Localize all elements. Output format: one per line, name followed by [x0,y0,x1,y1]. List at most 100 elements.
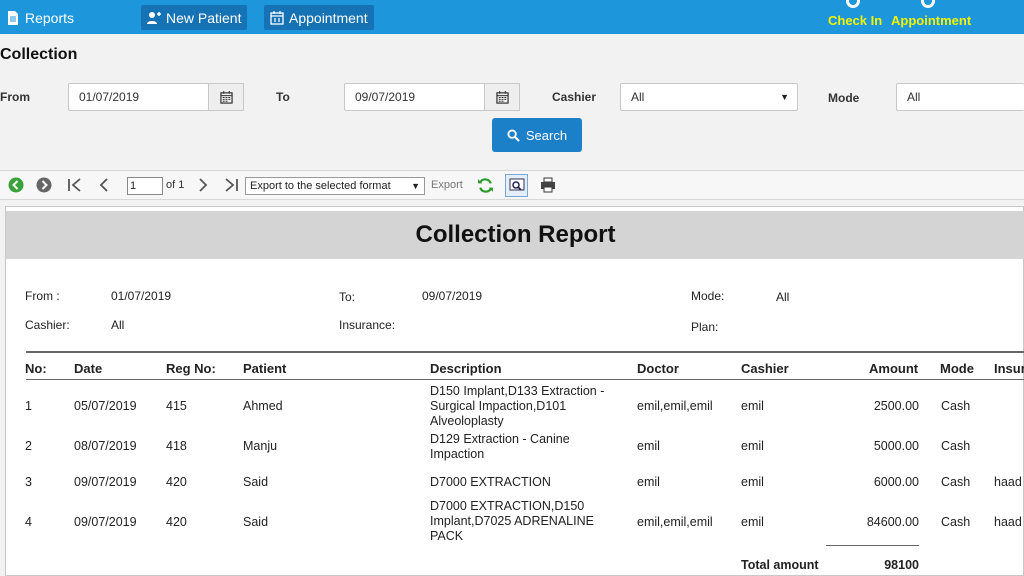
table-cell-date: 09/07/2019 [74,475,137,489]
cashier-select[interactable]: All ▼ [620,83,798,111]
table-cell-description: D7000 EXTRACTION,D150 Implant,D7025 ADRE… [430,499,594,543]
to-date-input[interactable]: 09/07/2019 [344,83,485,111]
check-in-icon [846,0,860,8]
report-from-label: From : [25,289,60,303]
add-user-icon [147,11,161,24]
to-calendar-button[interactable] [484,83,520,111]
report-mode-value: All [776,290,790,304]
report-title: Collection Report [6,211,1024,259]
table-cell-date: 05/07/2019 [74,399,137,413]
table-cell-cashier: emil [741,515,764,529]
report-canvas: Collection Report From : 01/07/2019 To: … [5,206,1024,576]
print-icon[interactable] [540,177,556,193]
table-cell-amount: 84600.00 [866,515,919,529]
appointment-link[interactable]: Appointment [891,13,971,28]
export-format-select[interactable]: Export to the selected format ▼ [245,177,425,195]
table-cell-no: 2 [25,439,32,453]
calendar-icon [219,90,233,104]
table-cell-description: D129 Extraction - Canine Impaction [430,432,570,461]
export-link[interactable]: Export [431,179,463,191]
export-format-value: Export to the selected format [250,180,391,192]
report-from-value: 01/07/2019 [111,289,172,303]
top-navbar: Reports New Patient Appointment Check In… [0,0,1024,34]
table-cell-mode: Cash [941,475,971,489]
search-button[interactable]: Search [492,118,582,152]
table-cell-mode: Cash [941,399,971,413]
chevron-down-icon: ▼ [411,181,420,191]
table-cell-patient: Said [243,515,269,529]
header-rule-bottom [26,379,1024,380]
report-cashier-label: Cashier: [25,318,70,332]
reports-label: Reports [25,9,75,26]
report-insurance-label: Insurance: [339,318,396,332]
total-amount-label: Total amount [741,558,819,572]
report-toolbar: 1 of 1 Export to the selected format ▼ E… [0,170,1024,200]
page-count-label: of 1 [166,179,185,191]
appointment-button[interactable]: Appointment [264,5,374,30]
table-cell-doctor: emil,emil,emil [637,515,713,529]
from-date-input[interactable]: 01/07/2019 [68,83,209,111]
total-rule [826,545,919,546]
table-cell-no: 4 [25,515,32,529]
table-cell-date: 09/07/2019 [74,515,137,529]
mode-select[interactable]: All [896,83,1024,111]
column-header-amount: Amount [869,361,919,376]
next-page-icon[interactable] [195,177,211,193]
column-header-mode: Mode [940,361,974,376]
cashier-label: Cashier [552,90,597,104]
from-calendar-button[interactable] [208,83,244,111]
from-label: From [0,90,30,104]
table-cell-patient: Ahmed [243,399,283,413]
table-cell-description: D7000 EXTRACTION [430,475,551,489]
table-cell-insurance: haad [994,475,1022,489]
column-header-doctor: Doctor [637,361,679,376]
to-label: To [276,90,290,104]
column-header-insurance: Insur [994,361,1024,376]
refresh-icon[interactable] [477,177,494,194]
table-cell-cashier: emil [741,475,764,489]
mode-label: Mode [828,91,860,105]
table-cell-doctor: emil,emil,emil [637,399,713,413]
table-cell-amount: 2500.00 [873,399,919,413]
forward-icon[interactable] [36,177,52,193]
first-page-icon[interactable] [67,177,83,193]
column-header-reg-no: Reg No: [166,361,216,376]
check-in-link[interactable]: Check In [828,13,882,28]
table-cell-amount: 6000.00 [873,475,919,489]
table-cell-doctor: emil [637,439,660,453]
last-page-icon[interactable] [223,177,239,193]
table-cell-patient: Manju [243,439,278,453]
report-to-value: 09/07/2019 [422,289,483,303]
table-cell-cashier: emil [741,399,764,413]
table-cell-no: 3 [25,475,32,489]
find-button[interactable] [505,174,528,197]
reports-nav-button[interactable]: Reports [0,5,80,30]
column-header-no: No: [25,361,47,376]
report-plan-label: Plan: [691,320,719,334]
header-rule-top [26,351,1024,353]
calendar-icon [495,90,509,104]
back-icon[interactable] [8,177,24,193]
total-amount-value: 98100 [884,558,919,572]
search-icon [507,128,520,142]
column-header-date: Date [74,361,103,376]
table-cell-reg: 420 [166,515,187,529]
report-cashier-value: All [111,318,125,332]
page-number-input[interactable]: 1 [127,177,163,195]
report-to-label: To: [339,290,356,304]
table-cell-mode: Cash [941,515,971,529]
chevron-down-icon: ▼ [780,92,789,102]
table-cell-mode: Cash [941,439,971,453]
previous-page-icon[interactable] [96,177,112,193]
column-header-patient: Patient [243,361,287,376]
table-cell-reg: 418 [166,439,187,453]
new-patient-button[interactable]: New Patient [141,5,248,30]
appointment-status-icon [921,0,935,8]
table-cell-no: 1 [25,399,32,413]
column-header-cashier: Cashier [741,361,789,376]
report-icon [8,10,18,25]
find-icon [509,178,525,191]
cashier-select-value: All [631,90,645,104]
report-mode-label: Mode: [691,289,725,303]
page-title: Collection [0,46,78,63]
